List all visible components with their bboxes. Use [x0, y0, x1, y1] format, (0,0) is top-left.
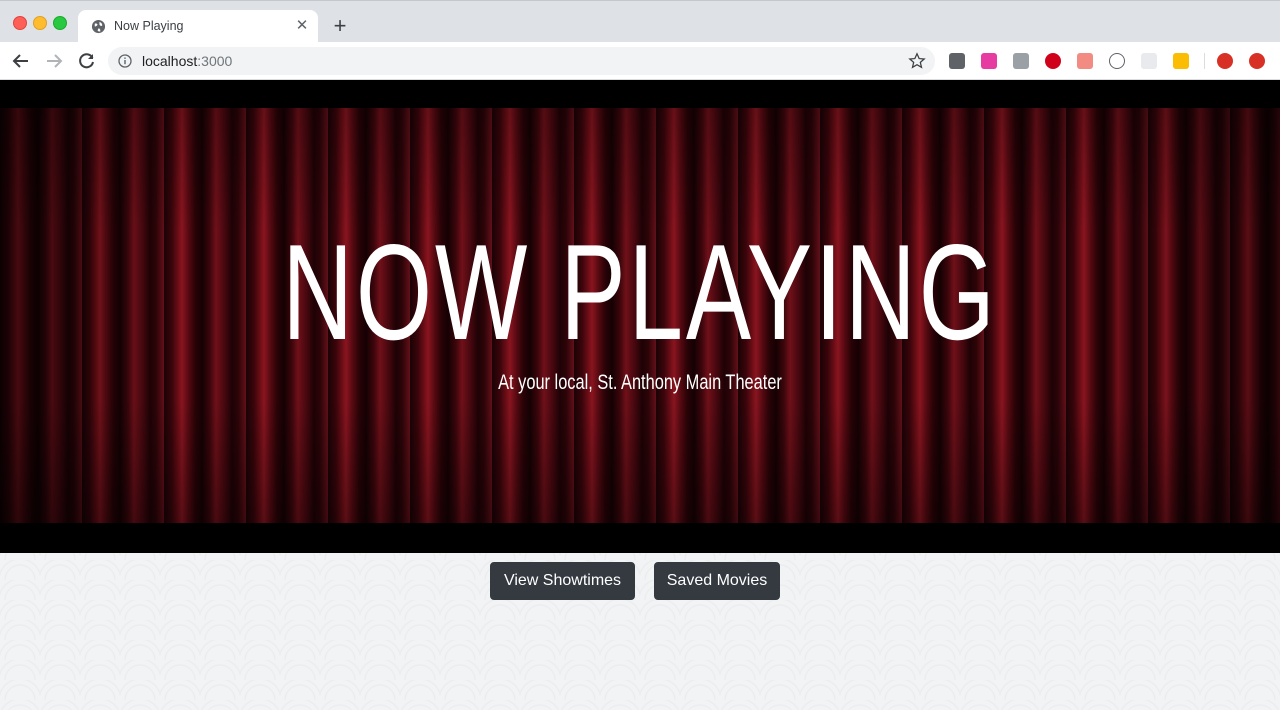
grid-ext-icon[interactable]: [1141, 53, 1157, 69]
adblock-plus-icon[interactable]: [1045, 53, 1061, 69]
edit-ext-icon[interactable]: [1173, 53, 1189, 69]
hero-banner: NOW PLAYING At your local, St. Anthony M…: [0, 80, 1280, 553]
zoom-window-button[interactable]: [53, 16, 67, 30]
tab-title: Now Playing: [114, 19, 184, 33]
profile-avatar-icon[interactable]: [1217, 53, 1233, 69]
url-host: localhost: [142, 53, 198, 69]
tab-strip: Now Playing ✕ +: [0, 0, 1280, 43]
bookmark-star-icon[interactable]: [908, 52, 926, 70]
tab-close-icon[interactable]: ✕: [293, 17, 311, 35]
tab-now-playing[interactable]: Now Playing ✕: [78, 10, 318, 43]
font-ext-icon[interactable]: [1013, 53, 1029, 69]
url-port: :3000: [197, 53, 233, 69]
info-icon[interactable]: [118, 54, 132, 68]
forward-arrow-icon[interactable]: [44, 51, 64, 71]
minimize-window-button[interactable]: [33, 16, 47, 30]
url-text: localhost:3000: [142, 53, 232, 69]
globe-icon: [91, 19, 106, 34]
address-bar[interactable]: localhost:3000: [108, 47, 935, 75]
browser-window: Now Playing ✕ + localhost:3000 NOW PLAYI…: [0, 0, 1280, 710]
hero-subtitle: At your local, St. Anthony Main Theater: [498, 371, 782, 394]
new-tab-button[interactable]: +: [330, 15, 350, 37]
reload-icon[interactable]: [77, 51, 97, 71]
toolbar-divider: [1204, 53, 1205, 69]
code-ext-icon[interactable]: [1109, 53, 1125, 69]
cast-ext-icon[interactable]: [1077, 53, 1093, 69]
page-content: NOW PLAYING At your local, St. Anthony M…: [0, 80, 1280, 710]
view-showtimes-button[interactable]: View Showtimes: [490, 562, 635, 600]
dark-ext-icon[interactable]: [949, 53, 965, 69]
update-icon[interactable]: [1249, 53, 1265, 69]
saved-movies-button[interactable]: Saved Movies: [654, 562, 780, 600]
hero-title: NOW PLAYING: [282, 216, 998, 368]
back-arrow-icon[interactable]: [11, 51, 31, 71]
browser-toolbar: localhost:3000: [0, 42, 1280, 80]
grammarly-icon[interactable]: [981, 53, 997, 69]
close-window-button[interactable]: [13, 16, 27, 30]
